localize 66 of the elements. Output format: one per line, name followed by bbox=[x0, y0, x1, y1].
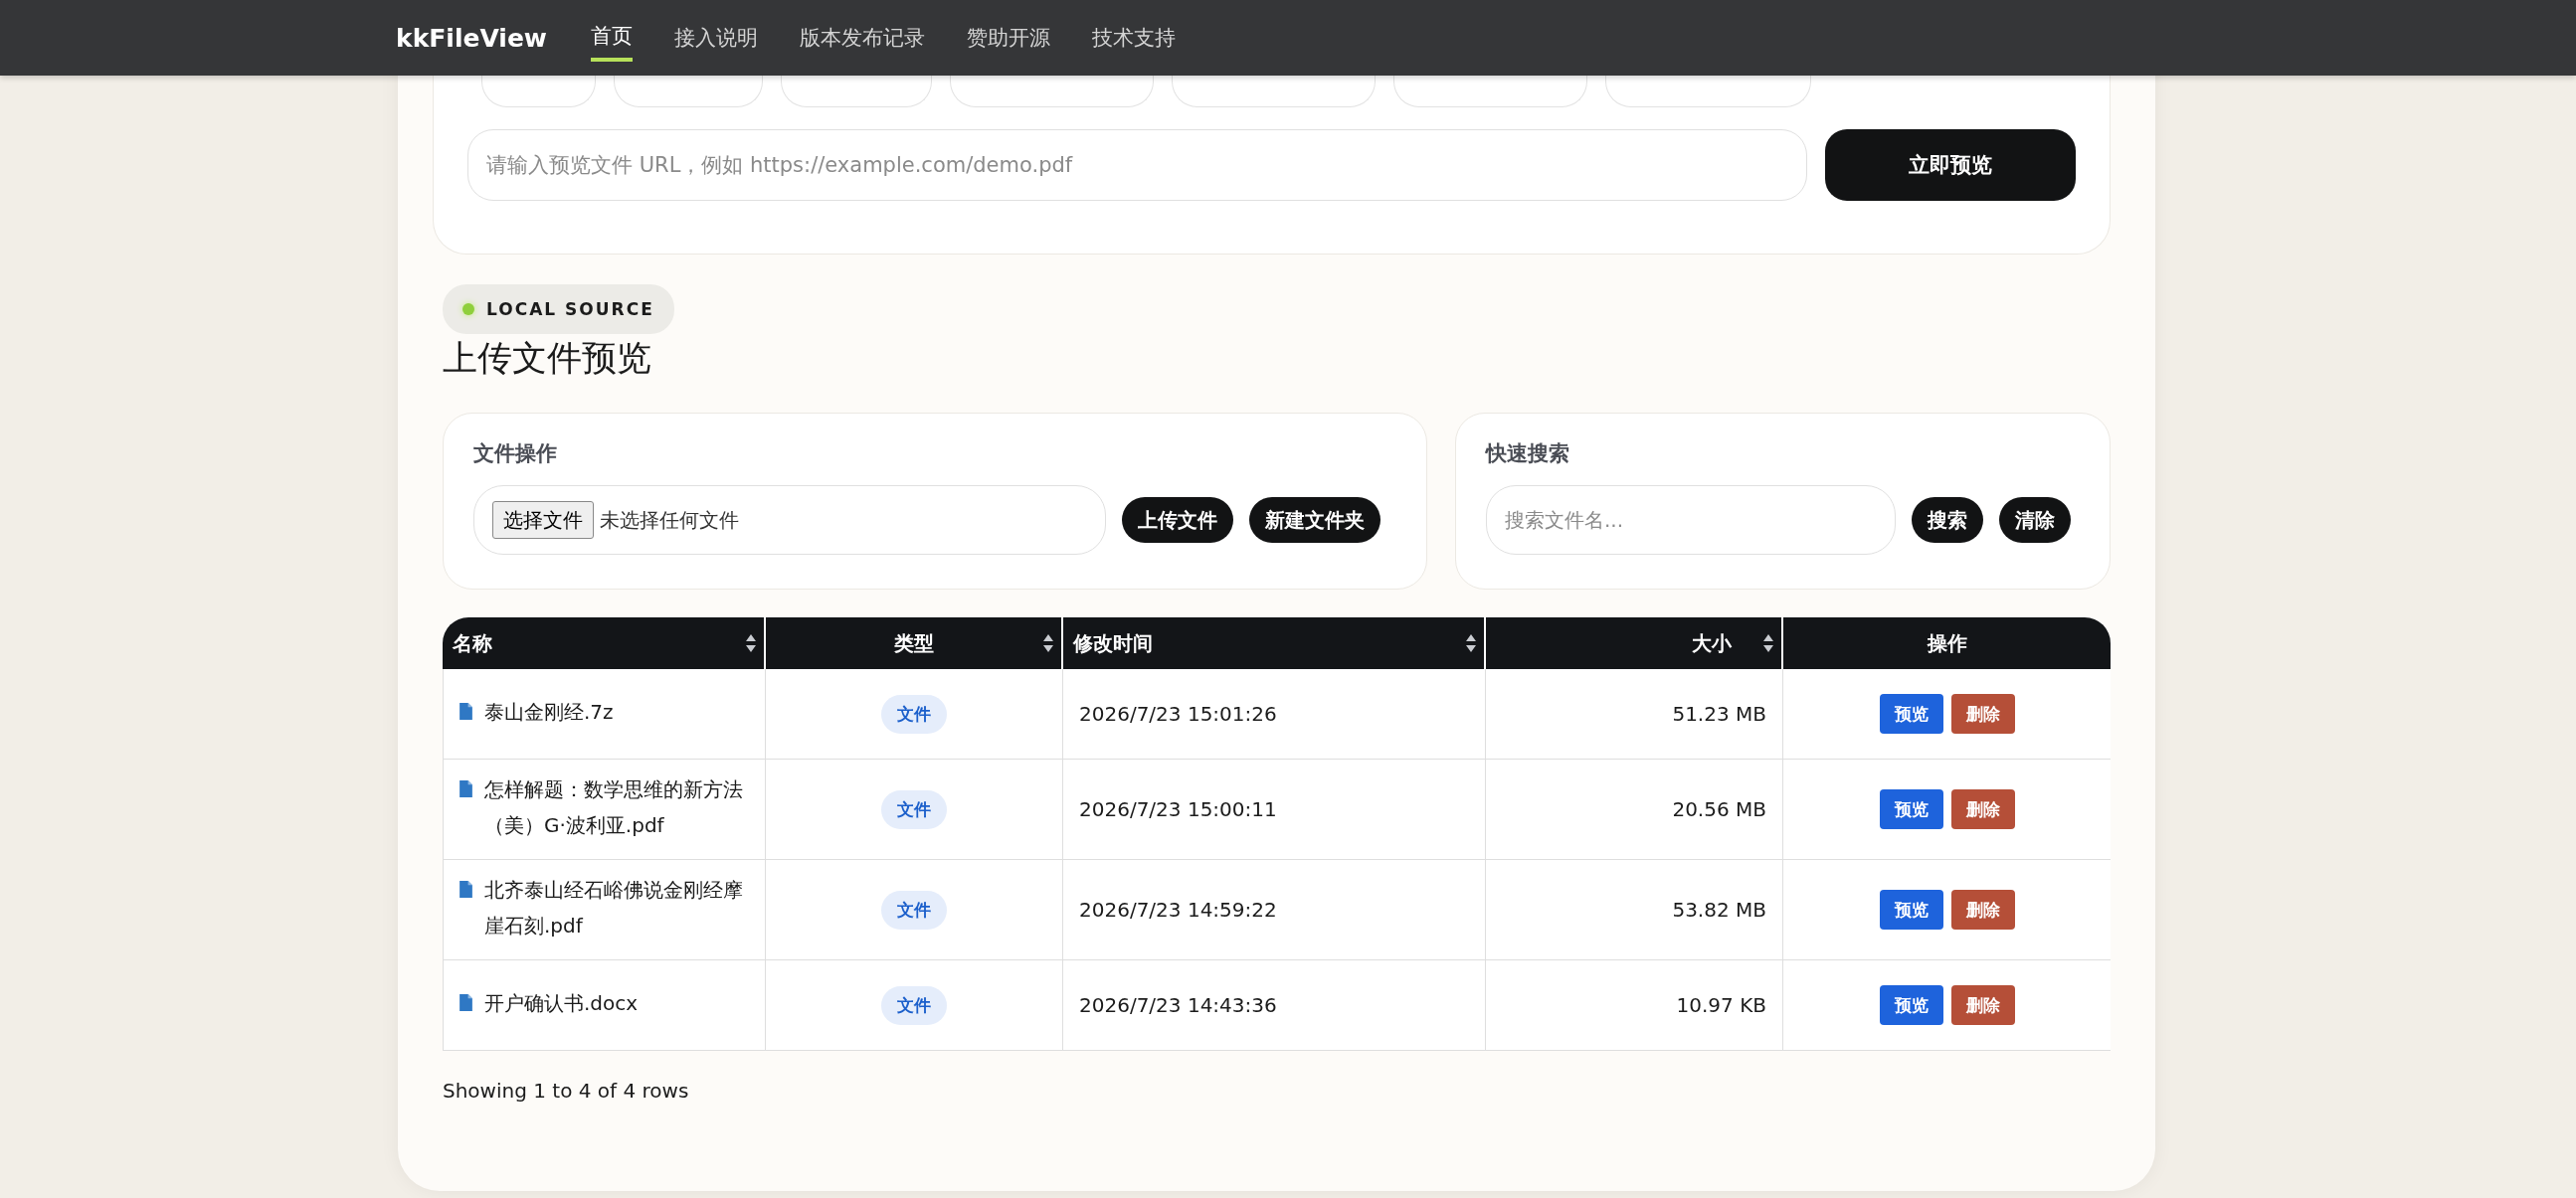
file-icon bbox=[460, 703, 472, 720]
option-chip[interactable] bbox=[614, 76, 763, 107]
action-button[interactable]: 上传文件 bbox=[1122, 497, 1233, 543]
card-title: 文件操作 bbox=[473, 440, 558, 467]
badge-label: LOCAL SOURCE bbox=[486, 299, 654, 319]
file-name: 怎样解题：数学思维的新方法（美）G·波利亚.pdf bbox=[484, 776, 744, 839]
modified-time: 2026/7/23 14:59:22 bbox=[1079, 898, 1277, 922]
search-action-button[interactable]: 清除 bbox=[1999, 497, 2071, 543]
file-size: 53.82 MB bbox=[1672, 898, 1766, 922]
nav-link[interactable]: 首页 bbox=[590, 14, 633, 62]
sort-icon[interactable] bbox=[1466, 634, 1476, 652]
nav-link[interactable]: 赞助开源 bbox=[966, 16, 1050, 60]
preview-button[interactable]: 预览 bbox=[1879, 890, 1943, 930]
type-tag: 文件 bbox=[881, 985, 947, 1025]
option-chip[interactable] bbox=[481, 76, 596, 107]
option-chip[interactable] bbox=[1605, 76, 1811, 107]
status-dot-icon bbox=[462, 303, 474, 315]
option-chip[interactable] bbox=[781, 76, 932, 107]
file-icon bbox=[460, 780, 472, 797]
file-input-field[interactable]: 选择文件 未选择任何文件 bbox=[473, 485, 1106, 555]
type-tag: 文件 bbox=[881, 789, 947, 829]
sort-icon[interactable] bbox=[746, 634, 756, 652]
preview-button[interactable]: 预览 bbox=[1879, 694, 1943, 734]
modified-time: 2026/7/23 14:43:36 bbox=[1079, 993, 1277, 1017]
file-size: 10.97 KB bbox=[1676, 993, 1766, 1017]
brand-logo[interactable]: kkFileView bbox=[396, 23, 547, 53]
pagination-info: Showing 1 to 4 of 4 rows bbox=[443, 1079, 690, 1103]
sort-icon[interactable] bbox=[1763, 634, 1773, 652]
delete-button[interactable]: 删除 bbox=[1950, 890, 2015, 930]
sort-icon[interactable] bbox=[1043, 634, 1053, 652]
nav-link[interactable]: 接入说明 bbox=[673, 16, 758, 60]
option-chip[interactable] bbox=[1172, 76, 1376, 107]
column-header[interactable]: 大小 bbox=[1486, 617, 1783, 669]
column-header[interactable]: 操作 bbox=[1783, 617, 2111, 669]
type-tag: 文件 bbox=[881, 694, 947, 734]
action-button[interactable]: 新建文件夹 bbox=[1249, 497, 1380, 543]
delete-button[interactable]: 删除 bbox=[1950, 789, 2015, 829]
nav-link[interactable]: 版本发布记录 bbox=[799, 16, 925, 60]
file-size: 20.56 MB bbox=[1672, 797, 1766, 821]
file-name: 泰山金刚经.7z bbox=[484, 699, 614, 726]
url-input-field[interactable]: 请输入预览文件 URL，例如 https://example.com/demo.pdf bbox=[467, 129, 1807, 201]
choose-file-button[interactable]: 选择文件 bbox=[492, 501, 594, 539]
search-action-button[interactable]: 搜索 bbox=[1912, 497, 1983, 543]
preview-button[interactable]: 预览 bbox=[1879, 789, 1943, 829]
file-name: 北齐泰山经石峪佛说金刚经摩崖石刻.pdf bbox=[484, 877, 744, 940]
modified-time: 2026/7/23 15:01:26 bbox=[1079, 702, 1277, 726]
section-title: 上传文件预览 bbox=[443, 337, 652, 380]
option-chip[interactable] bbox=[950, 76, 1154, 107]
delete-button[interactable]: 删除 bbox=[1950, 694, 2015, 734]
modified-time: 2026/7/23 15:00:11 bbox=[1079, 797, 1277, 821]
preview-button[interactable]: 预览 bbox=[1879, 985, 1943, 1025]
type-tag: 文件 bbox=[881, 890, 947, 930]
file-icon bbox=[460, 994, 472, 1011]
file-icon bbox=[460, 881, 472, 898]
card-title: 快速搜索 bbox=[1486, 440, 1570, 467]
file-size: 51.23 MB bbox=[1672, 702, 1766, 726]
nav-link[interactable]: 技术支持 bbox=[1091, 16, 1176, 60]
delete-button[interactable]: 删除 bbox=[1950, 985, 2015, 1025]
option-chip[interactable] bbox=[1393, 76, 1587, 107]
file-name: 开户确认书.docx bbox=[484, 990, 639, 1017]
column-header[interactable]: 类型 bbox=[766, 617, 1063, 669]
preview-now-button[interactable]: 立即预览 bbox=[1825, 129, 2076, 201]
column-header[interactable]: 修改时间 bbox=[1063, 617, 1486, 669]
file-status-text: 未选择任何文件 bbox=[600, 506, 739, 534]
search-field[interactable]: 搜索文件名... bbox=[1486, 485, 1896, 555]
column-header[interactable]: 名称 bbox=[443, 617, 766, 669]
